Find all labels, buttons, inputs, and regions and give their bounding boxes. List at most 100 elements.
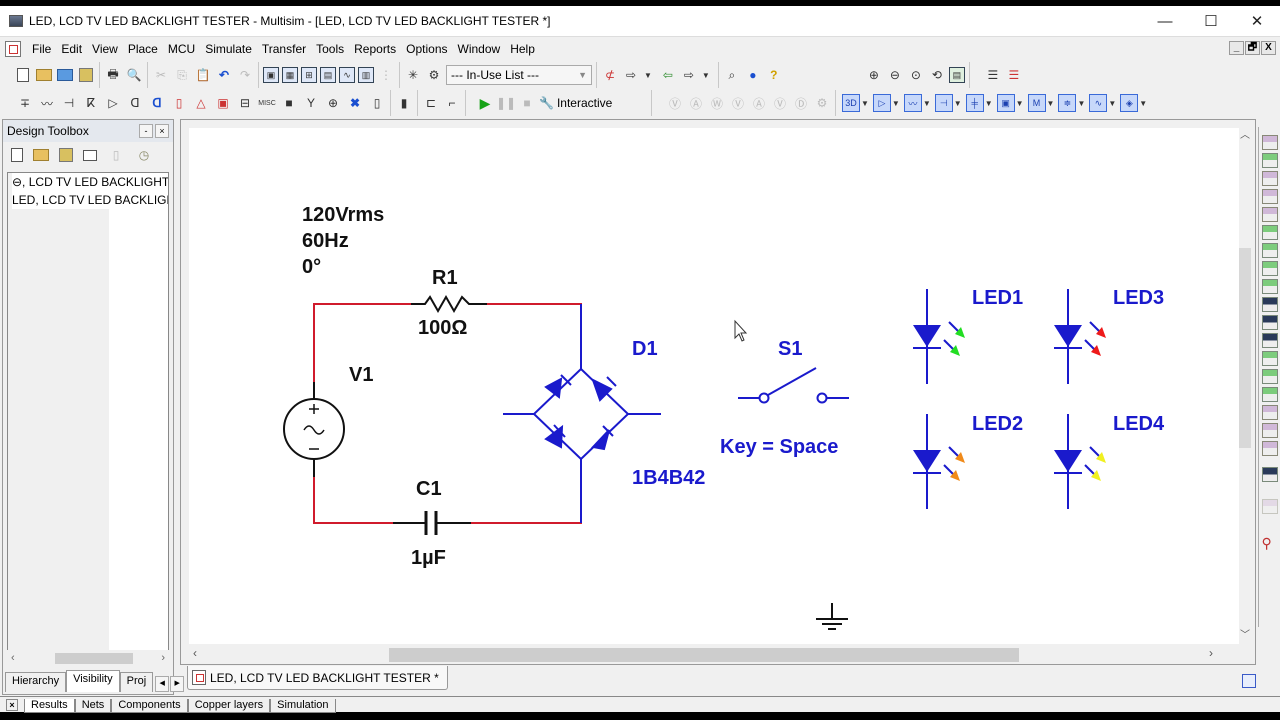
- scroll-left-icon[interactable]: ‹: [193, 646, 197, 660]
- scroll-left-icon[interactable]: ‹: [11, 652, 15, 664]
- led-led3[interactable]: [1054, 289, 1106, 384]
- schematic-document-icon[interactable]: [5, 40, 21, 57]
- place-advanced-peripherals-icon[interactable]: ■: [280, 94, 298, 112]
- probe-differential-voltage-icon[interactable]: Ⓥ: [729, 94, 747, 112]
- new-window-icon[interactable]: [83, 149, 97, 161]
- panel-minimize-button[interactable]: -: [139, 124, 153, 138]
- place-bus-icon[interactable]: ⌐: [443, 94, 461, 112]
- sql-toggle-icon[interactable]: ⊞: [301, 67, 317, 83]
- dropdown-arrow[interactable]: ▼: [923, 99, 931, 108]
- minimize-button[interactable]: —: [1142, 6, 1188, 36]
- design-toolbox-toggle-icon[interactable]: ▣: [263, 67, 279, 83]
- bus-vector-connect-icon[interactable]: ☰: [984, 66, 1002, 84]
- signal-family-icon[interactable]: ∿: [1089, 94, 1108, 112]
- open-file-icon[interactable]: [36, 69, 52, 81]
- full-screen-icon[interactable]: ▤: [948, 67, 965, 83]
- save-design-icon[interactable]: [59, 148, 73, 162]
- probe-reference-icon[interactable]: Ⓥ: [771, 94, 789, 112]
- run-simulation-icon[interactable]: ▶: [476, 94, 494, 112]
- tab-copper-layers[interactable]: Copper layers: [187, 699, 271, 713]
- database-manager-icon[interactable]: ✳: [404, 66, 422, 84]
- place-diode-icon[interactable]: ⊣: [60, 94, 78, 112]
- transfer-dropdown-arrow[interactable]: ▼: [644, 71, 652, 80]
- distortion-analyzer-icon[interactable]: [1261, 333, 1278, 348]
- agilent-oscilloscope-icon[interactable]: [1261, 423, 1278, 438]
- measurement-family-icon[interactable]: ▣: [996, 94, 1015, 112]
- probe-settings-icon[interactable]: ⚙: [813, 94, 831, 112]
- probe-current-icon[interactable]: Ⓐ: [687, 94, 705, 112]
- tab-simulation[interactable]: Simulation: [270, 699, 336, 713]
- agilent-function-generator-icon[interactable]: [1261, 387, 1278, 402]
- dropdown-arrow[interactable]: ▼: [985, 99, 993, 108]
- diode-family-icon[interactable]: ⊣: [934, 94, 953, 112]
- redo-icon[interactable]: ↷: [236, 66, 254, 84]
- paste-icon[interactable]: 📋: [194, 66, 212, 84]
- mdi-restore-button[interactable]: 🗗: [1245, 41, 1260, 55]
- rf-family-icon[interactable]: ◈: [1120, 94, 1139, 112]
- menu-edit[interactable]: Edit: [56, 42, 87, 56]
- analog-family-icon[interactable]: ▷: [872, 94, 891, 112]
- print-preview-icon[interactable]: 🔍: [125, 66, 143, 84]
- dropdown-arrow[interactable]: ▼: [1047, 99, 1055, 108]
- resistor-family-icon[interactable]: 〰: [903, 94, 922, 112]
- probe-voltage-icon[interactable]: Ⓥ: [666, 94, 684, 112]
- spreadsheet-close-button[interactable]: ×: [6, 699, 18, 711]
- canvas-horizontal-scrollbar[interactable]: ‹ ›: [189, 646, 1239, 662]
- cut-icon[interactable]: ✂: [152, 66, 170, 84]
- agilent-multimeter-icon[interactable]: [1261, 405, 1278, 420]
- menu-place[interactable]: Place: [123, 42, 163, 56]
- source-family-icon[interactable]: ≑: [1058, 94, 1077, 112]
- tab-project[interactable]: Proj: [119, 672, 154, 692]
- iv-analyzer-icon[interactable]: [1261, 315, 1278, 330]
- logic-analyzer-icon[interactable]: [1261, 297, 1278, 312]
- schematic-canvas[interactable]: 120Vrms 60Hz 0° V1 R1 100Ω C1 1µF D1 1B4…: [189, 128, 1239, 644]
- scroll-right-icon[interactable]: ›: [1209, 646, 1213, 660]
- place-rf-icon[interactable]: Y: [302, 94, 320, 112]
- workspace-corner-icon[interactable]: [1242, 674, 1256, 688]
- led-led4[interactable]: [1054, 414, 1106, 509]
- in-use-list-dropdown[interactable]: --- In-Use List --- ▼: [446, 65, 592, 85]
- bus-connect-icon[interactable]: ☰: [1005, 66, 1023, 84]
- frequency-counter-icon[interactable]: [1261, 243, 1278, 258]
- dropdown-arrow[interactable]: ▼: [954, 99, 962, 108]
- close-button[interactable]: ✕: [1234, 6, 1280, 36]
- tab-nets[interactable]: Nets: [74, 699, 112, 713]
- function-generator-icon[interactable]: [1261, 153, 1278, 168]
- menu-file[interactable]: File: [27, 42, 56, 56]
- canvas-vertical-scrollbar[interactable]: ︿ ﹀: [1237, 126, 1253, 641]
- panel-close-button[interactable]: ×: [155, 124, 169, 138]
- help-icon[interactable]: ?: [765, 66, 783, 84]
- tab-hierarchy[interactable]: Hierarchy: [5, 672, 67, 692]
- place-ttl-icon[interactable]: ᗡ: [126, 94, 144, 112]
- scroll-right-icon[interactable]: ›: [161, 652, 165, 664]
- place-hierarchical-block-icon[interactable]: ⊏: [422, 94, 440, 112]
- ni-website-icon[interactable]: ●: [744, 66, 762, 84]
- probe-power-icon[interactable]: Ⓦ: [708, 94, 726, 112]
- save-icon[interactable]: [79, 68, 93, 82]
- place-basic-icon[interactable]: 〰: [38, 94, 56, 112]
- backannotate-icon[interactable]: ⇦: [659, 66, 677, 84]
- place-misc-icon[interactable]: MISC: [258, 94, 276, 112]
- forward-annotate-icon[interactable]: ⇨: [680, 66, 698, 84]
- description-box-icon[interactable]: ▤: [320, 67, 336, 83]
- erc-icon[interactable]: ⊄: [601, 66, 619, 84]
- logic-converter-icon[interactable]: [1261, 279, 1278, 294]
- postprocessor-icon[interactable]: ▥: [358, 67, 374, 83]
- transfer-to-ultiboard-icon[interactable]: ⇨: [622, 66, 640, 84]
- four-channel-oscilloscope-icon[interactable]: [1261, 207, 1278, 222]
- tab-next-icon[interactable]: ▶: [170, 676, 185, 692]
- scroll-up-icon[interactable]: ︿: [1237, 126, 1253, 141]
- menu-options[interactable]: Options: [401, 42, 452, 56]
- zoom-area-icon[interactable]: ⊙: [907, 66, 925, 84]
- print-icon[interactable]: 🖶: [104, 66, 122, 84]
- tab-components[interactable]: Components: [111, 699, 188, 713]
- scroll-down-icon[interactable]: ﹀: [1237, 626, 1253, 641]
- place-cmos-icon[interactable]: ᗡ: [148, 94, 166, 112]
- place-electromechanical-icon[interactable]: ⊕: [324, 94, 342, 112]
- spreadsheet-view-icon[interactable]: ▦: [282, 67, 298, 83]
- dropdown-arrow[interactable]: ▼: [1139, 99, 1147, 108]
- stop-simulation-icon[interactable]: ■: [518, 94, 536, 112]
- place-power-icon[interactable]: ⊟: [236, 94, 254, 112]
- probe-voltage-current-icon[interactable]: Ⓐ: [750, 94, 768, 112]
- probe-digital-icon[interactable]: Ⓓ: [792, 94, 810, 112]
